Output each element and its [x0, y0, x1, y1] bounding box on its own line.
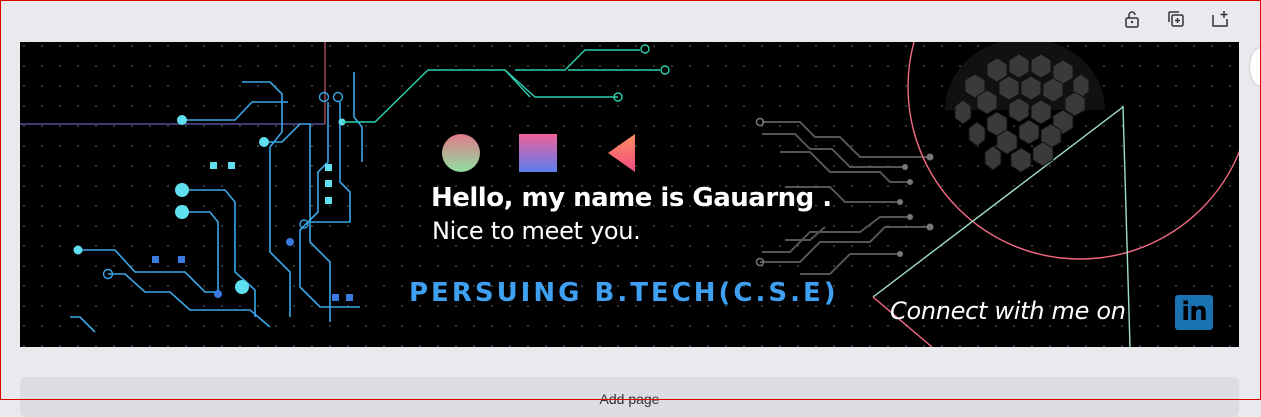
add-page-icon: [1212, 11, 1228, 27]
add-page-panel[interactable]: Add page: [20, 377, 1239, 417]
lock-icon: [1125, 11, 1139, 28]
duplicate-icon: [1168, 11, 1184, 27]
page-toolbar: [1119, 6, 1233, 32]
duplicate-page-button[interactable]: [1163, 6, 1189, 32]
connect-text[interactable]: Connect with me on: [890, 297, 1126, 325]
linkedin-icon[interactable]: in: [1175, 295, 1213, 330]
canvas-side-handle[interactable]: [1250, 48, 1261, 86]
subtitle-text[interactable]: Nice to meet you.: [432, 217, 641, 245]
banner-canvas[interactable]: Hello, my name is Gauarng . Nice to meet…: [20, 42, 1239, 347]
add-page-button[interactable]: [1207, 6, 1233, 32]
course-text[interactable]: PERSUING B.TECH(C.S.E): [409, 278, 839, 308]
add-page-label: Add page: [599, 391, 660, 407]
greeting-heading[interactable]: Hello, my name is Gauarng .: [431, 183, 832, 213]
lock-button[interactable]: [1119, 6, 1145, 32]
